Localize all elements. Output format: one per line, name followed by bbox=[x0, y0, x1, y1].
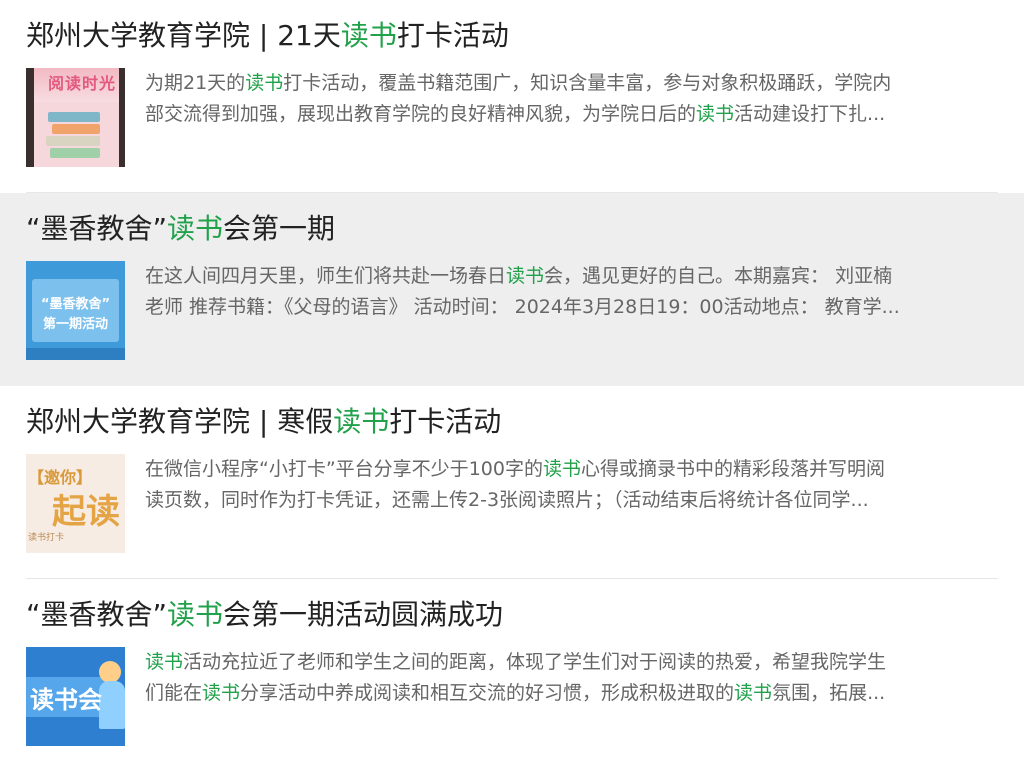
list-item[interactable]: 郑州大学教育学院 | 寒假读书打卡活动 【邀你】 起读 读书打卡 在微信小程序“… bbox=[0, 386, 1024, 579]
thumbnail-title: 读书会 bbox=[30, 686, 102, 714]
list-item[interactable]: 郑州大学教育学院 | 21天读书打卡活动 阅读时光 为期21天的读书打卡活动，覆… bbox=[0, 0, 1024, 193]
item-thumbnail[interactable]: 【邀你】 起读 读书打卡 bbox=[26, 454, 125, 553]
desc-text: 打卡活动，覆盖书籍范围广，知识含量丰富，参与对象积极踊跃，学院内 bbox=[283, 72, 892, 94]
item-title[interactable]: 郑州大学教育学院 | 21天读书打卡活动 bbox=[26, 16, 998, 56]
desc-keyword: 读书 bbox=[506, 265, 545, 287]
item-title[interactable]: “墨香教舍”读书会第一期活动圆满成功 bbox=[26, 595, 998, 635]
article-list: 郑州大学教育学院 | 21天读书打卡活动 阅读时光 为期21天的读书打卡活动，覆… bbox=[0, 0, 1024, 765]
item-description: 在这人间四月天里，师生们将共赴一场春日读书会，遇见更好的自己。本期嘉宾： 刘亚楠… bbox=[145, 261, 998, 323]
title-keyword: 读书 bbox=[167, 212, 224, 245]
thumbnail-caption: 读书打卡 bbox=[28, 533, 65, 543]
desc-text: 们能在 bbox=[145, 682, 203, 704]
title-text: 郑州大学教育学院 | 寒假 bbox=[26, 405, 334, 438]
item-thumbnail[interactable]: 阅读时光 bbox=[26, 68, 125, 167]
list-item[interactable]: “墨香教舍”读书会第一期活动圆满成功 读书会 读书活动充拉近了老师和学生之间的距… bbox=[0, 579, 1024, 765]
title-keyword: 读书 bbox=[167, 598, 224, 631]
item-description: 读书活动充拉近了老师和学生之间的距离，体现了学生们对于阅读的热爱，希望我院学生 … bbox=[145, 647, 998, 709]
title-keyword: 读书 bbox=[333, 405, 390, 438]
list-item[interactable]: “墨香教舍”读书会第一期 “墨香教舍” 第一期活动 在这人间四月天里，师生们将共… bbox=[0, 193, 1024, 386]
desc-text: 在微信小程序“小打卡”平台分享不少于100字的 bbox=[145, 458, 543, 480]
desc-text: 活动充拉近了老师和学生之间的距离，体现了学生们对于阅读的热爱，希望我院学生 bbox=[183, 651, 887, 673]
desc-text: 读页数，同时作为打卡凭证，还需上传2-3张阅读照片；（活动结束后将统计各位同学.… bbox=[145, 489, 869, 511]
desc-keyword: 读书 bbox=[145, 651, 184, 673]
desc-keyword: 读书 bbox=[542, 458, 581, 480]
desc-text: 部交流得到加强，展现出教育学院的良好精神风貌，为学院日后的 bbox=[145, 103, 697, 125]
desc-keyword: 读书 bbox=[245, 72, 284, 94]
desc-keyword: 读书 bbox=[734, 682, 773, 704]
thumbnail-title: “墨香教舍” bbox=[40, 297, 111, 312]
thumbnail-subtitle: 第一期活动 bbox=[42, 317, 108, 332]
desc-text: 会，遇见更好的自己。本期嘉宾： 刘亚楠 bbox=[544, 265, 893, 287]
desc-keyword: 读书 bbox=[202, 682, 241, 704]
title-text: “墨香教舍” bbox=[26, 212, 168, 245]
desc-text: 分享活动中养成阅读和相互交流的好习惯，形成积极进取的 bbox=[240, 682, 735, 704]
item-title[interactable]: “墨香教舍”读书会第一期 bbox=[26, 209, 998, 249]
thumbnail-title: 阅读时光 bbox=[48, 74, 117, 93]
desc-text: 氛围，拓展... bbox=[772, 682, 886, 704]
title-text: 打卡活动 bbox=[389, 405, 502, 438]
title-text: “墨香教舍” bbox=[26, 598, 168, 631]
item-thumbnail[interactable]: “墨香教舍” 第一期活动 bbox=[26, 261, 125, 360]
item-title[interactable]: 郑州大学教育学院 | 寒假读书打卡活动 bbox=[26, 402, 998, 442]
item-description: 在微信小程序“小打卡”平台分享不少于100字的读书心得或摘录书中的精彩段落并写明… bbox=[145, 454, 998, 516]
desc-text: 活动建设打下扎... bbox=[734, 103, 886, 125]
item-thumbnail[interactable]: 读书会 bbox=[26, 647, 125, 746]
title-text: 打卡活动 bbox=[396, 19, 509, 52]
title-text: 会第一期活动圆满成功 bbox=[223, 598, 504, 631]
title-text: 会第一期 bbox=[223, 212, 336, 245]
desc-text: 在这人间四月天里，师生们将共赴一场春日 bbox=[145, 265, 507, 287]
thumbnail-title: 起读 bbox=[52, 492, 120, 532]
desc-text: 心得或摘录书中的精彩段落并写明阅 bbox=[580, 458, 885, 480]
title-text: 郑州大学教育学院 | 21天 bbox=[26, 19, 341, 52]
item-description: 为期21天的读书打卡活动，覆盖书籍范围广，知识含量丰富，参与对象积极踊跃，学院内… bbox=[145, 68, 998, 130]
desc-text: 老师 推荐书籍：《父母的语言》 活动时间： 2024年3月28日19：00活动地… bbox=[145, 296, 900, 318]
title-keyword: 读书 bbox=[340, 19, 397, 52]
desc-text: 为期21天的 bbox=[145, 72, 246, 94]
desc-keyword: 读书 bbox=[696, 103, 735, 125]
